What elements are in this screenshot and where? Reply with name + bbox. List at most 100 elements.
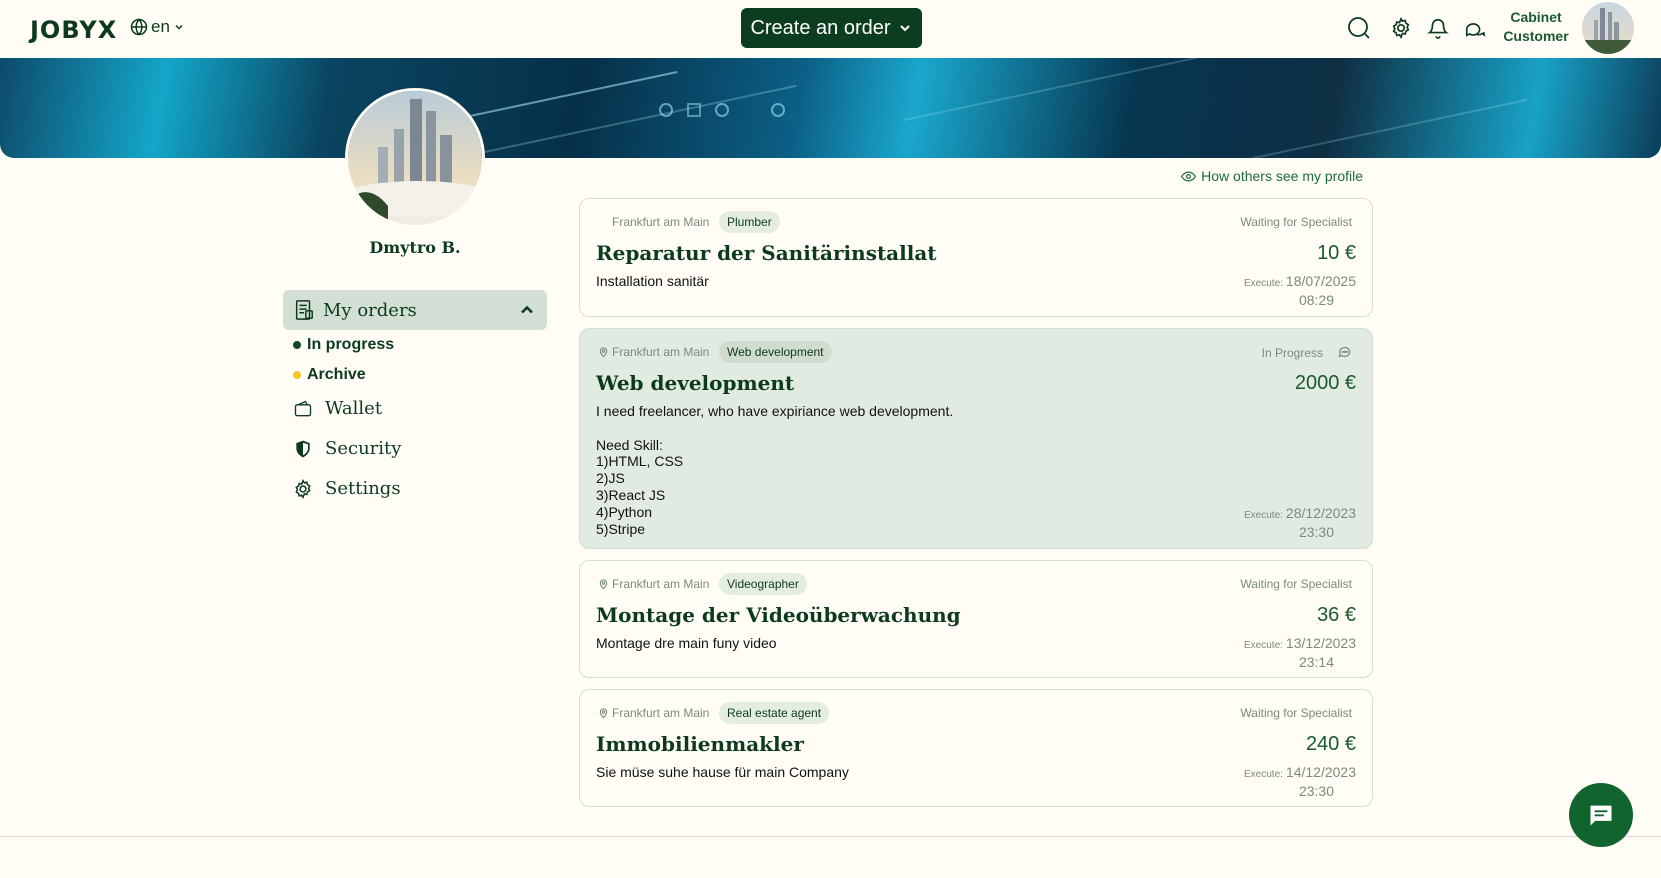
profile-name: Dmytro B. [369, 238, 461, 257]
profile-banner [0, 58, 1661, 158]
order-description: Sie müse suhe hause für main Company [596, 764, 849, 780]
sidebar-item-in-progress[interactable]: In progress [293, 336, 394, 354]
my-orders-label: My orders [323, 299, 417, 321]
order-price: 2000 € [1294, 372, 1356, 394]
execute-time: 23:14 [1298, 654, 1334, 670]
header-avatar[interactable] [1582, 2, 1634, 54]
message-icon [1590, 805, 1612, 826]
messages-button[interactable] [1462, 15, 1488, 41]
cabinet-switch[interactable]: Cabinet Customer [1500, 8, 1572, 46]
notifications-button[interactable] [1425, 15, 1451, 41]
order-execute-date: Execute: 28/12/2023 23:30 [1196, 505, 1356, 540]
shield-icon [296, 440, 310, 457]
execute-label: Execute: [1244, 640, 1283, 651]
order-card[interactable]: Frankfurt am Main Plumber Waiting for Sp… [579, 198, 1373, 317]
execute-date: 18/07/2025 [1285, 273, 1356, 289]
settings-button[interactable] [1388, 15, 1414, 41]
order-location: Frankfurt am Main [598, 706, 709, 720]
status-label: Waiting for Specialist [1240, 577, 1352, 591]
support-chat-button[interactable] [1569, 783, 1633, 847]
status-label: Waiting for Specialist [1240, 215, 1352, 229]
execute-time: 08:29 [1298, 292, 1334, 308]
chat-icon[interactable] [1337, 345, 1352, 360]
top-header: JOBYX en Create an order Cabinet Custome… [0, 0, 1661, 58]
order-category-tag: Real estate agent [719, 702, 830, 724]
order-card[interactable]: Frankfurt am Main Videographer Waiting f… [579, 560, 1373, 678]
cabinet-label: Cabinet [1510, 9, 1562, 25]
execute-time: 23:30 [1298, 524, 1334, 540]
order-status: Waiting for Specialist [1240, 577, 1352, 591]
cabinet-role: Customer [1503, 28, 1569, 44]
wallet-icon [294, 400, 312, 416]
order-execute-date: Execute: 18/07/2025 08:29 [1196, 273, 1356, 308]
my-orders-menu[interactable]: My orders [283, 290, 547, 330]
status-label: In Progress [1261, 345, 1323, 360]
sidebar-item-label: Settings [325, 478, 401, 499]
language-selector[interactable]: en [130, 17, 185, 37]
how-others-see-profile-link[interactable]: How others see my profile [1180, 168, 1363, 184]
globe-icon [130, 18, 148, 36]
in-progress-dot [293, 341, 301, 349]
search-button[interactable] [1346, 15, 1372, 41]
sidebar-item-label: Security [325, 438, 402, 459]
search-icon [1348, 17, 1370, 39]
sidebar-item-settings[interactable]: Settings [293, 478, 401, 499]
sidebar-item-archive[interactable]: Archive [293, 366, 366, 384]
order-status: Waiting for Specialist [1240, 215, 1352, 229]
order-category-tag: Web development [719, 341, 832, 363]
order-location: Frankfurt am Main [612, 215, 709, 229]
sidebar-item-label: Archive [307, 366, 366, 383]
order-price: 240 € [1305, 733, 1356, 755]
city-skyline-avatar-image [348, 91, 482, 225]
order-category-tag: Plumber [719, 211, 780, 233]
status-label: Waiting for Specialist [1240, 706, 1352, 720]
order-status: In Progress [1262, 345, 1352, 360]
chevron-down-icon [175, 24, 183, 30]
order-title: Reparatur der Sanitärinstallat [596, 241, 937, 265]
sidebar-item-label: Wallet [325, 398, 383, 419]
order-title: Montage der Videoüberwachung [596, 603, 961, 627]
execute-label: Execute: [1244, 769, 1283, 780]
chevron-down-icon [899, 25, 910, 32]
order-price: 10 € [1317, 242, 1356, 264]
execute-date: 28/12/2023 [1285, 505, 1356, 521]
order-title: Web development [596, 371, 795, 395]
gear-icon [295, 478, 311, 499]
order-description: I need freelancer, who have expiriance w… [596, 403, 954, 537]
order-execute-date: Execute: 13/12/2023 23:14 [1196, 635, 1356, 670]
location-label: Frankfurt am Main [612, 345, 710, 359]
location-pin-icon [599, 579, 608, 590]
gear-icon [1392, 17, 1410, 39]
chevron-up-icon [521, 305, 533, 314]
bell-icon [1427, 19, 1449, 39]
logo[interactable]: JOBYX [30, 16, 117, 44]
profile-avatar[interactable] [345, 88, 485, 228]
sidebar-item-wallet[interactable]: Wallet [293, 398, 382, 419]
execute-label: Execute: [1244, 278, 1283, 289]
execute-time: 23:30 [1298, 783, 1334, 799]
create-order-label: Create an order [750, 16, 891, 39]
archive-dot [293, 371, 301, 379]
language-label: en [151, 17, 170, 36]
order-title: Immobilienmakler [596, 732, 804, 756]
location-label: Frankfurt am Main [612, 706, 710, 720]
sidebar-item-security[interactable]: Security [293, 438, 401, 459]
order-description: Montage dre main funy video [596, 635, 777, 651]
location-pin-icon [599, 347, 608, 358]
eye-icon [1181, 170, 1197, 182]
create-order-button[interactable]: Create an order [741, 8, 922, 48]
sidebar-item-label: In progress [307, 336, 395, 353]
banner-decoration-graphic [659, 103, 785, 117]
order-category-tag: Videographer [719, 573, 807, 595]
order-execute-date: Execute: 14/12/2023 23:30 [1196, 764, 1356, 799]
execute-date: 14/12/2023 [1285, 764, 1356, 780]
city-skyline-avatar-image [1582, 2, 1634, 54]
location-pin-icon [599, 708, 608, 719]
order-card[interactable]: Frankfurt am Main Real estate agent Wait… [579, 689, 1373, 807]
order-price: 36 € [1317, 604, 1356, 626]
orders-document-icon [295, 300, 313, 320]
footer-divider [0, 836, 1661, 837]
execute-date: 13/12/2023 [1285, 635, 1356, 651]
order-card[interactable]: Frankfurt am Main Web development In Pro… [579, 328, 1373, 549]
order-location: Frankfurt am Main [598, 345, 709, 359]
